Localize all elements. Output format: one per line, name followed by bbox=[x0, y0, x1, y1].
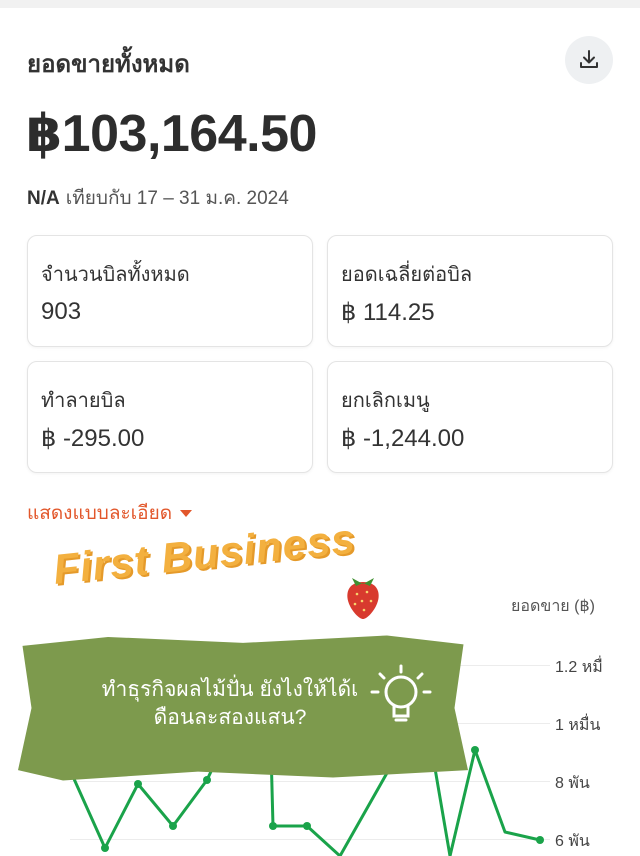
lightbulb-icon bbox=[370, 664, 432, 722]
card-average-per-bill: ยอดเฉลี่ยต่อบิล ฿ 114.25 bbox=[327, 235, 613, 347]
card-label: จำนวนบิลทั้งหมด bbox=[41, 264, 190, 286]
comparison-period: เทียบกับ 17 – 31 ม.ค. 2024 bbox=[65, 188, 289, 209]
caret-down-icon bbox=[180, 509, 193, 517]
card-label: ยอดเฉลี่ยต่อบิล bbox=[341, 264, 473, 286]
card-cancelled-menu: ยกเลิกเมนู ฿ -1,244.00 bbox=[327, 361, 613, 473]
card-label: ยกเลิกเมนู bbox=[341, 390, 430, 412]
y-tick-label: 1.2 หมื่ bbox=[555, 659, 603, 676]
card-voided-bills: ทำลายบิล ฿ -295.00 bbox=[27, 361, 313, 473]
card-total-bills: จำนวนบิลทั้งหมด 903 bbox=[27, 235, 313, 347]
total-sales-amount: ฿103,164.50 bbox=[26, 105, 317, 163]
page-title: ยอดขายทั้งหมด bbox=[27, 51, 190, 78]
data-point bbox=[303, 822, 311, 830]
data-point bbox=[134, 780, 142, 788]
card-value: ฿ -295.00 bbox=[41, 425, 145, 452]
data-point bbox=[203, 776, 211, 784]
data-point bbox=[101, 844, 109, 852]
show-details-label: แสดงแบบละเอียด bbox=[27, 503, 173, 524]
card-value: ฿ -1,244.00 bbox=[341, 425, 465, 452]
top-strip bbox=[0, 0, 640, 8]
y-tick-label: 6 พัน bbox=[555, 833, 590, 850]
banner-line-1: ทำธุรกิจผลไม้ปั่น ยังไงให้ได้เ bbox=[101, 678, 359, 701]
data-point bbox=[471, 746, 479, 754]
change-value: N/A bbox=[27, 188, 60, 209]
card-value: 903 bbox=[41, 298, 82, 325]
card-label: ทำลายบิล bbox=[41, 390, 126, 412]
chart-y-axis-label: ยอดขาย (฿) bbox=[511, 598, 595, 615]
strawberry-icon bbox=[347, 578, 379, 619]
y-tick-label: 8 พัน bbox=[555, 775, 590, 792]
comparison-text: N/A เทียบกับ 17 – 31 ม.ค. 2024 bbox=[27, 183, 289, 213]
banner-line-2: ดือนละสองแสน? bbox=[153, 706, 307, 729]
data-point bbox=[536, 836, 544, 844]
data-point bbox=[269, 822, 277, 830]
card-value: ฿ 114.25 bbox=[341, 299, 435, 326]
data-point bbox=[169, 822, 177, 830]
download-button[interactable] bbox=[565, 36, 613, 84]
download-icon bbox=[580, 50, 598, 68]
show-details-link[interactable]: แสดงแบบละเอียด bbox=[27, 498, 193, 528]
y-tick-label: 1 หมื่น bbox=[555, 717, 601, 734]
banner-text: ทำธุรกิจผลไม้ปั่น ยังไงให้ได้เ ดือนละสอง… bbox=[60, 676, 400, 732]
